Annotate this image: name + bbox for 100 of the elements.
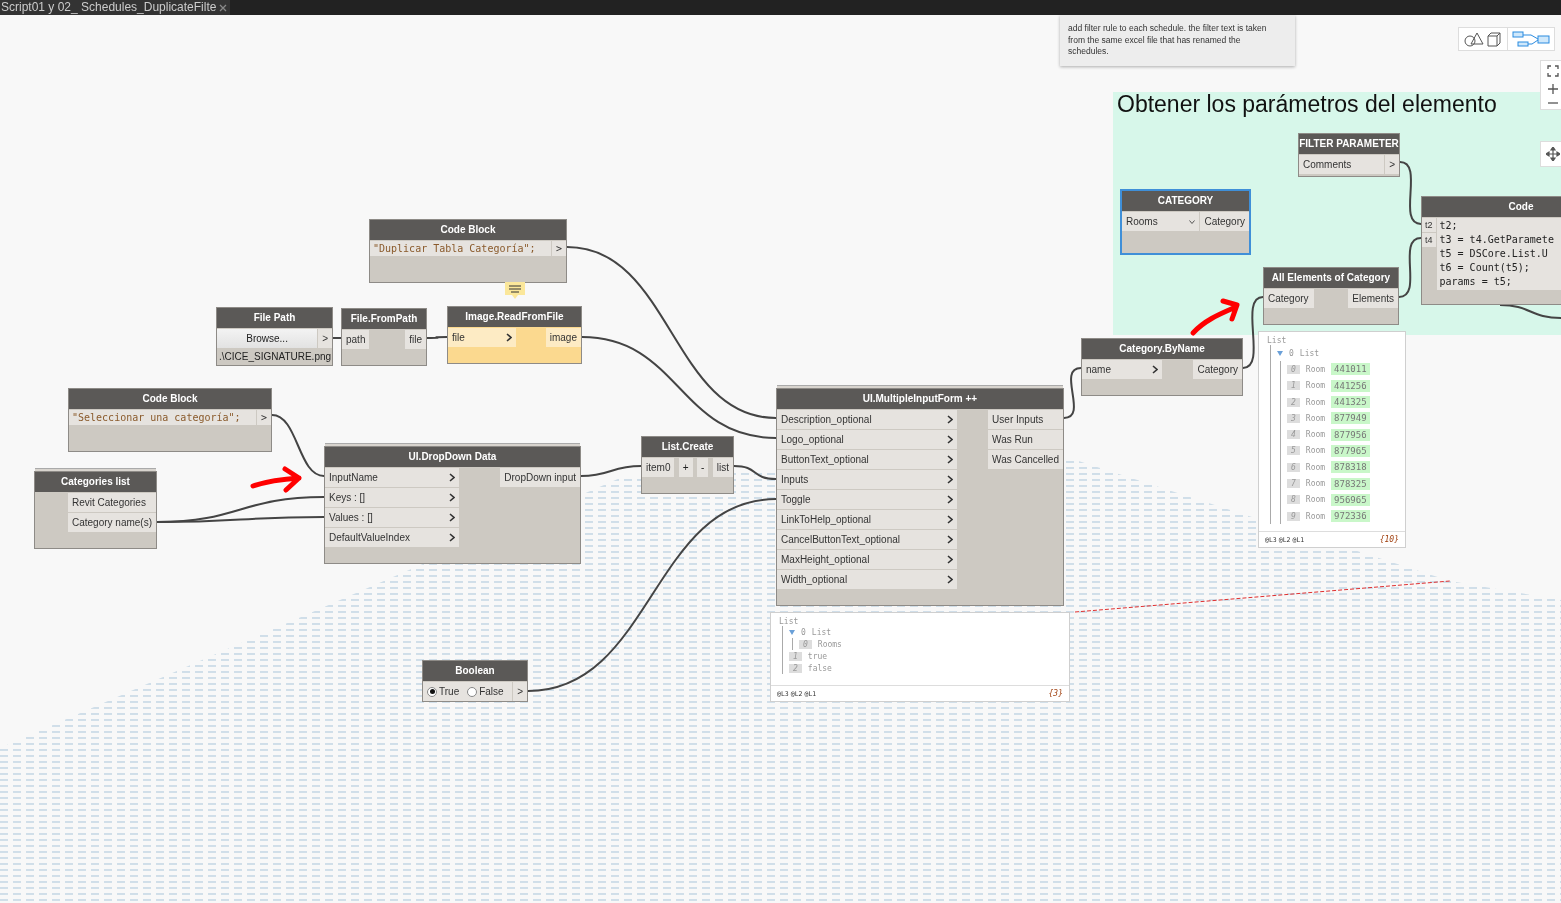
input-port[interactable]: ButtonText_optional (777, 450, 957, 469)
node[interactable]: Image.ReadFromFile file image (447, 306, 582, 364)
input-port[interactable]: Keys : [] (325, 488, 459, 507)
input-port[interactable]: Width_optional (777, 570, 957, 589)
pan-icon[interactable] (1546, 147, 1560, 161)
output-port[interactable]: > (256, 410, 271, 425)
element-id[interactable]: 877965 (1331, 444, 1370, 457)
element-id[interactable]: 877949 (1331, 412, 1370, 425)
element-id[interactable]: 877956 (1331, 428, 1370, 441)
output-port[interactable]: Category (1193, 360, 1242, 379)
input-port[interactable]: Toggle (777, 490, 957, 509)
chevron-icon (947, 535, 953, 544)
input-port[interactable]: Description_optional (777, 410, 957, 429)
index-label: 3 (1287, 413, 1300, 423)
annotation-arrow (1190, 298, 1240, 336)
input-port[interactable]: CancelButtonText_optional (777, 530, 957, 549)
input-port[interactable]: LinkToHelp_optional (777, 510, 957, 529)
output-port[interactable]: > (551, 241, 566, 256)
output-port[interactable]: Elements (1348, 289, 1398, 308)
browse-button[interactable]: Browse... (217, 329, 318, 348)
item-label: List (1299, 348, 1320, 358)
item-label: Room (1305, 364, 1326, 374)
output-port[interactable]: > (1385, 155, 1399, 174)
port-button[interactable]: - (697, 458, 709, 477)
expand-icon[interactable] (1277, 350, 1283, 356)
element-id[interactable]: 441325 (1331, 396, 1370, 409)
connector-wire (733, 465, 777, 480)
output-port[interactable]: image (545, 328, 581, 347)
node[interactable]: Code Block "Duplicar Tabla Categoría"; > (369, 219, 567, 283)
output-port[interactable]: Was Cancelled (988, 450, 1063, 469)
output-port[interactable]: > (513, 682, 527, 701)
node[interactable]: File.FromPath path file (341, 308, 427, 366)
node[interactable]: FILTER PARAMETER Comments > (1298, 133, 1400, 177)
output-port[interactable]: Category name(s) (67, 513, 156, 532)
chevron-icon (947, 455, 953, 464)
node[interactable]: UI.DropDown Data InputName Keys : [] Values : [] DefaultValueIndex DropDown input (324, 446, 581, 564)
node[interactable]: Code Block "Seleccionar una categoría"; > (68, 388, 272, 452)
node-title: Code Block (370, 220, 566, 240)
radio-icon[interactable] (467, 686, 478, 697)
element-id[interactable]: 972336 (1331, 510, 1370, 523)
input-port[interactable]: InputName (325, 468, 459, 487)
output-port[interactable]: User Inputs (988, 410, 1063, 429)
item-label: Room (1305, 381, 1326, 391)
zoom-in-icon[interactable] (1547, 83, 1559, 95)
node[interactable]: File Path Browse... > .\CICE_SIGNATURE.png (216, 307, 333, 366)
item-label: Room (1305, 495, 1326, 505)
port-button[interactable]: + (678, 458, 693, 477)
input-port[interactable]: file (448, 328, 516, 347)
index-label: 4 (1287, 430, 1300, 440)
output-port[interactable]: Revit Categories (67, 493, 156, 512)
node[interactable]: Category.ByName name Category (1081, 338, 1243, 396)
close-icon[interactable] (219, 3, 228, 12)
input-port[interactable]: MaxHeight_optional (777, 550, 957, 569)
input-port[interactable]: Inputs (777, 470, 957, 489)
chevron-icon (449, 513, 455, 522)
input-port[interactable]: item0 (642, 458, 675, 477)
input-port[interactable]: Logo_optional (777, 430, 957, 449)
node[interactable] (776, 388, 1064, 606)
radio-option[interactable]: False (467, 686, 504, 697)
text-field[interactable]: Comments (1299, 155, 1385, 174)
output-port[interactable]: file (405, 330, 426, 349)
comment-icon[interactable] (505, 282, 525, 300)
document-tab[interactable]: Script01 y 02_ Schedules_DuplicateFilte (0, 0, 231, 15)
chevron-icon (947, 475, 953, 484)
node[interactable]: Categories list Revit Categories Category name(s) (34, 471, 157, 549)
item-label: Room (1305, 446, 1326, 456)
input-port[interactable]: name (1082, 360, 1162, 379)
expand-icon[interactable] (789, 629, 795, 635)
chevron-icon (449, 493, 455, 502)
node[interactable]: Code t2 t4 t2; t3 = t4.GetParamete t5 = DSCore.List.U t6 = Count(t5); params = t5; (1421, 196, 1561, 305)
radio-icon[interactable] (427, 686, 437, 697)
element-id[interactable]: 441256 (1331, 379, 1370, 392)
input-port[interactable]: DefaultValueIndex (325, 528, 459, 547)
radio-option[interactable]: True (427, 686, 460, 697)
output-port[interactable]: list (712, 458, 733, 477)
item-label: List (811, 627, 832, 637)
element-id[interactable]: 878318 (1331, 461, 1370, 474)
node[interactable]: List.Create item0 + - list (641, 436, 734, 494)
zoom-out-icon[interactable] (1547, 101, 1559, 105)
node[interactable]: Boolean True False > (422, 660, 528, 702)
output-port[interactable]: > (318, 329, 332, 348)
input-port[interactable]: path (342, 330, 370, 349)
index-label: 8 (1287, 495, 1300, 505)
input-port[interactable]: Values : [] (325, 508, 459, 527)
fit-view-icon[interactable] (1547, 65, 1559, 77)
node[interactable]: All Elements of Category Category Elements (1263, 267, 1399, 325)
input-port[interactable]: Category (1264, 289, 1314, 308)
output-port[interactable]: DropDown input (500, 468, 580, 487)
input-port[interactable]: t2 (1422, 218, 1436, 232)
list-label: List (1267, 336, 1288, 345)
element-id[interactable]: 956965 (1331, 493, 1370, 506)
dropdown-field[interactable]: Rooms (1122, 212, 1200, 231)
output-port[interactable]: Category (1200, 212, 1249, 231)
node[interactable]: CATEGORY Rooms Category (1120, 189, 1251, 255)
code-editor[interactable]: t2; t3 = t4.GetParamete t5 = DSCore.List.U t6 = Count(t5); params = t5; (1436, 218, 1561, 290)
output-port[interactable]: Was Run (988, 430, 1063, 449)
element-id[interactable]: 878325 (1331, 477, 1370, 490)
index-label: 0 (799, 639, 812, 649)
input-port[interactable]: t4 (1422, 233, 1436, 247)
element-id[interactable]: 441011 (1331, 363, 1370, 376)
